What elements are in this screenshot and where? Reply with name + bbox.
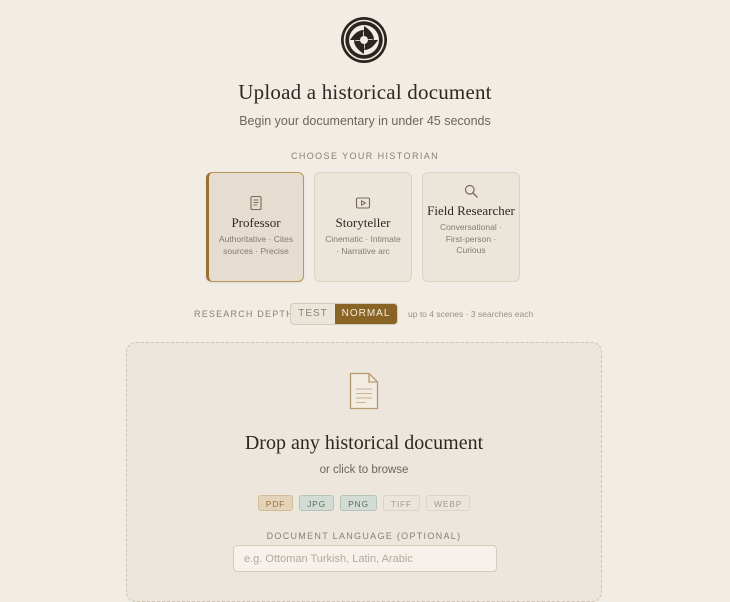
dropzone-browse-link[interactable]: or click to browse — [127, 464, 601, 476]
format-badge-jpg: JPG — [299, 495, 335, 511]
research-depth-note: up to 4 scenes · 3 searches each — [408, 309, 534, 319]
historian-card-desc: Cinematic · Intimate · Narrative arc — [325, 234, 401, 256]
historian-card-name: Storyteller — [335, 215, 391, 230]
research-depth-row: RESEARCH DEPTH TEST NORMAL up to 4 scene… — [0, 303, 730, 325]
page-subtitle: Begin your documentary in under 45 secon… — [239, 114, 491, 128]
language-label: DOCUMENT LANGUAGE (OPTIONAL) — [266, 531, 462, 541]
historian-section-label: CHOOSE YOUR HISTORIAN — [290, 151, 440, 161]
historian-cards: Professor Authoritative · Cites sources … — [206, 172, 520, 282]
depth-option-test[interactable]: TEST — [291, 304, 335, 324]
research-depth-label: RESEARCH DEPTH — [194, 309, 294, 319]
format-badge-tiff: TIFF — [382, 495, 421, 511]
research-depth-toggle: TEST NORMAL — [290, 303, 398, 325]
historian-card-name: Professor — [231, 215, 281, 230]
historian-card-name: Field Researcher — [427, 203, 515, 218]
page-title: Upload a historical document — [238, 80, 492, 104]
format-badge-pdf: PDF — [257, 495, 294, 511]
format-badge-webp: WEBP — [426, 495, 471, 511]
historian-card-professor[interactable]: Professor Authoritative · Cites sources … — [206, 172, 304, 282]
document-dropzone[interactable]: Drop any historical document or click to… — [126, 342, 602, 602]
depth-option-normal[interactable]: NORMAL — [335, 304, 397, 324]
logo-emblem-icon — [341, 17, 387, 63]
historian-card-desc: Conversational · First-person · Curious — [440, 222, 502, 255]
format-badges: PDF JPG PNG TIFF WEBP — [127, 495, 601, 511]
historian-card-desc: Authoritative · Cites sources · Precise — [218, 234, 294, 256]
dropzone-title: Drop any historical document — [244, 432, 484, 454]
historian-card-field-researcher[interactable]: Field Researcher Conversational · First-… — [422, 172, 520, 282]
search-icon — [464, 184, 478, 198]
language-input[interactable] — [233, 545, 497, 572]
document-icon — [250, 195, 262, 211]
historian-card-storyteller[interactable]: Storyteller Cinematic · Intimate · Narra… — [314, 172, 412, 282]
format-badge-png: PNG — [340, 495, 377, 511]
play-icon — [355, 197, 371, 209]
file-icon — [349, 372, 379, 410]
